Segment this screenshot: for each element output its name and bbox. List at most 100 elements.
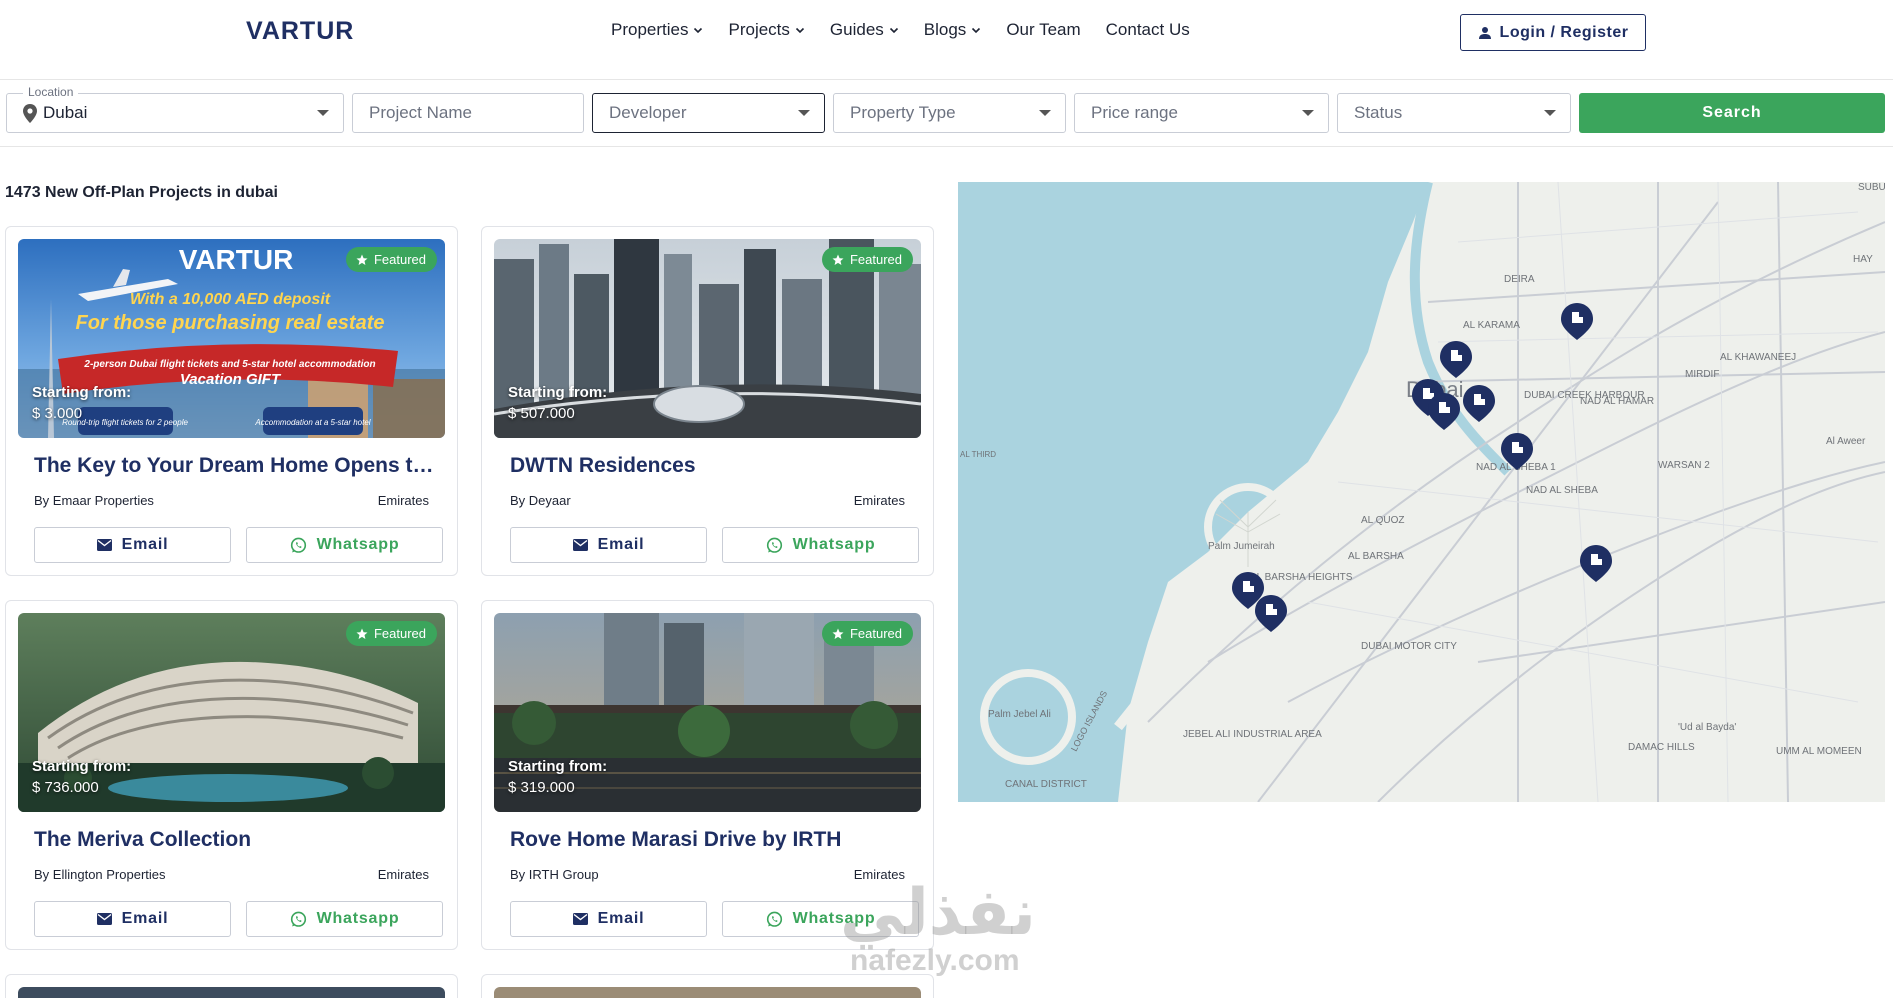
featured-badge: Featured: [345, 247, 437, 272]
map-label: AL KARAMA: [1463, 320, 1520, 331]
project-card[interactable]: [5, 974, 458, 998]
promo-tag2: Accommodation at a 5-star hotel: [254, 418, 370, 427]
login-register-button[interactable]: Login / Register: [1460, 14, 1646, 51]
email-label: Email: [597, 910, 645, 927]
project-name-placeholder: Project Name: [369, 103, 472, 122]
email-button[interactable]: Email: [510, 527, 707, 563]
project-image[interactable]: Featured Starting from: $ 319.000: [494, 613, 921, 812]
price-range-placeholder: Price range: [1091, 103, 1178, 122]
project-title[interactable]: DWTN Residences: [510, 454, 910, 478]
nav-contact-us[interactable]: Contact Us: [1106, 20, 1190, 40]
featured-badge: Featured: [821, 621, 913, 646]
project-card[interactable]: VARTUR With a 10,000 AED deposit For tho…: [5, 226, 458, 576]
project-name-input[interactable]: Project Name: [352, 93, 584, 133]
price-range-select[interactable]: Price range: [1074, 93, 1329, 133]
nav-label: Projects: [728, 20, 790, 39]
email-button[interactable]: Email: [510, 901, 707, 937]
email-button[interactable]: Email: [34, 901, 231, 937]
map-label: AL THIRD: [960, 450, 996, 459]
map-label: Al Aweer: [1826, 436, 1866, 447]
map-pin-icon: [23, 103, 37, 123]
whatsapp-button[interactable]: Whatsapp: [246, 901, 443, 937]
projects-map[interactable]: DEIRA AL KARAMA Dubai DUBAI CREEK HARBOU…: [958, 182, 1885, 802]
location-select[interactable]: Location Dubai: [6, 85, 344, 133]
property-type-select[interactable]: Property Type: [833, 93, 1066, 133]
project-title[interactable]: Rove Home Marasi Drive by IRTH: [510, 828, 910, 852]
nav-label: Contact Us: [1105, 20, 1190, 39]
nav-guides[interactable]: Guides: [830, 20, 899, 40]
developer-name: By Emaar Properties: [34, 493, 154, 508]
envelope-icon: [96, 913, 112, 925]
featured-label: Featured: [849, 626, 902, 641]
featured-badge: Featured: [821, 247, 913, 272]
caret-down-icon: [1302, 110, 1314, 116]
nav-label: Our Team: [1006, 20, 1081, 39]
star-icon: [356, 254, 368, 265]
developer-name: By Deyaar: [510, 493, 571, 508]
price-value: $ 507.000: [508, 405, 575, 422]
map-label: Palm Jumeirah: [1208, 541, 1275, 552]
whatsapp-button[interactable]: Whatsapp: [722, 527, 919, 563]
whatsapp-icon: [290, 911, 306, 927]
project-image[interactable]: [18, 987, 445, 998]
caret-down-icon: [798, 110, 810, 116]
whatsapp-label: Whatsapp: [316, 910, 400, 927]
vartur-logo[interactable]: VARTUR: [246, 17, 354, 46]
project-card[interactable]: Featured Starting from: $ 736.000 The Me…: [5, 600, 458, 950]
login-label: Login / Register: [1499, 23, 1629, 41]
chevron-down-icon: [694, 27, 703, 34]
whatsapp-icon: [290, 537, 306, 553]
nav-label: Blogs: [923, 20, 967, 39]
price-label: Starting from:: [508, 758, 608, 775]
price-value: $ 3.000: [32, 405, 83, 422]
whatsapp-label: Whatsapp: [792, 536, 876, 553]
whatsapp-icon: [766, 537, 782, 553]
project-image[interactable]: [494, 987, 921, 998]
project-image[interactable]: VARTUR With a 10,000 AED deposit For tho…: [18, 239, 445, 438]
nav-label: Guides: [829, 20, 884, 39]
promo-line1: With a 10,000 AED deposit: [130, 291, 331, 308]
location-value: Dubai: [43, 103, 88, 122]
map-label: AL BARSHA HEIGHTS: [1250, 572, 1353, 583]
map-label: AL BARSHA: [1348, 551, 1404, 562]
project-card[interactable]: Featured Starting from: $ 507.000 DWTN R…: [481, 226, 934, 576]
email-label: Email: [597, 536, 645, 553]
map-label: NAD AL HAMAR: [1580, 396, 1654, 407]
nav-blogs[interactable]: Blogs: [924, 20, 982, 40]
project-image[interactable]: Featured Starting from: $ 507.000: [494, 239, 921, 438]
project-image[interactable]: Featured Starting from: $ 736.000: [18, 613, 445, 812]
promo-line4: Vacation GIFT: [180, 371, 282, 388]
status-select[interactable]: Status: [1337, 93, 1571, 133]
search-filters: Location Dubai Project Name Developer Pr…: [0, 81, 1893, 147]
whatsapp-icon: [766, 911, 782, 927]
property-type-placeholder: Property Type: [850, 103, 956, 122]
nav-projects[interactable]: Projects: [728, 20, 804, 40]
search-button[interactable]: Search: [1579, 93, 1885, 133]
project-title[interactable]: The Key to Your Dream Home Opens the Doo…: [34, 454, 434, 478]
map-canvas: DEIRA AL KARAMA Dubai DUBAI CREEK HARBOU…: [960, 182, 1885, 802]
map-label: JEBEL ALI INDUSTRIAL AREA: [1183, 729, 1322, 740]
nav-our-team[interactable]: Our Team: [1006, 20, 1080, 40]
whatsapp-button[interactable]: Whatsapp: [246, 527, 443, 563]
featured-label: Featured: [373, 626, 426, 641]
envelope-icon: [572, 913, 588, 925]
project-title[interactable]: The Meriva Collection: [34, 828, 434, 852]
map-label: WARSAN 2: [1658, 460, 1710, 471]
project-location: Emirates: [377, 867, 429, 882]
star-icon: [832, 254, 844, 265]
project-location: Emirates: [853, 493, 905, 508]
developer-placeholder: Developer: [609, 103, 687, 122]
map-label: SUBU: [1858, 182, 1885, 193]
promo-line2: For those purchasing real estate: [76, 312, 385, 334]
developer-name: By Ellington Properties: [34, 867, 166, 882]
star-icon: [356, 628, 368, 639]
developer-select[interactable]: Developer: [592, 93, 825, 133]
map-label: DAMAC HILLS: [1628, 742, 1695, 753]
email-button[interactable]: Email: [34, 527, 231, 563]
featured-label: Featured: [373, 252, 426, 267]
whatsapp-label: Whatsapp: [316, 536, 400, 553]
watermark: نفذلي nafezly.com: [840, 880, 1036, 978]
nav-properties[interactable]: Properties: [611, 20, 703, 40]
featured-label: Featured: [849, 252, 902, 267]
email-label: Email: [121, 910, 169, 927]
